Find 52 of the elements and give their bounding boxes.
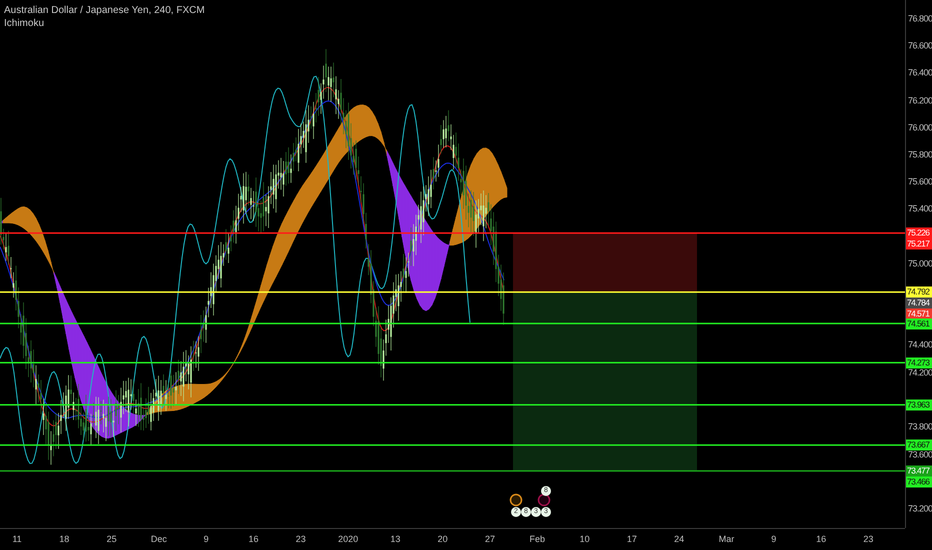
time-tick-label: Feb [530, 533, 546, 546]
time-tick-label: 23 [863, 533, 874, 546]
price-label: 74.792 [906, 286, 932, 298]
time-tick-label: 2020 [338, 533, 358, 546]
price-tick-label: 76.200 [908, 94, 932, 107]
price-tick-label: 73.200 [908, 502, 932, 515]
price-level-line[interactable] [0, 444, 905, 446]
time-tick-label: 16 [248, 533, 258, 546]
time-tick-label: 24 [674, 533, 684, 546]
price-label: 74.561 [906, 318, 932, 329]
price-tick-label: 76.600 [908, 39, 932, 52]
time-tick-label: 11 [12, 533, 22, 546]
price-tick-label: 76.800 [908, 12, 932, 26]
time-tick-label: 18 [59, 533, 70, 546]
price-tick-label: 73.600 [908, 448, 932, 462]
price-label: 74.784 [906, 298, 932, 309]
time-tick-label: 9 [771, 533, 776, 546]
price-level-line[interactable] [0, 404, 905, 406]
time-tick-label: Dec [150, 533, 167, 546]
price-label: 74.571 [906, 308, 932, 320]
time-tick-label: 25 [106, 533, 117, 546]
time-tick-label: 13 [390, 533, 400, 546]
price-tick-label: 75.800 [908, 148, 932, 162]
price-tick-label: 76.000 [908, 121, 932, 134]
price-label: 75.226 [906, 228, 932, 239]
time-tick-label: 9 [204, 533, 209, 546]
price-label: 75.217 [906, 238, 932, 250]
time-tick-label: 16 [816, 533, 826, 546]
event-icon[interactable] [510, 494, 522, 506]
price-tick-label: 73.800 [908, 420, 932, 434]
time-tick-label: 10 [580, 533, 590, 546]
price-label: 74.273 [906, 357, 932, 368]
price-tick-label: 75.600 [908, 175, 932, 188]
time-tick-label: 20 [438, 533, 448, 546]
symbol-title: Australian Dollar / Japanese Yen, 240, FXCM [4, 4, 205, 17]
time-tick-label: 17 [626, 533, 637, 546]
time-tick-label: 23 [296, 533, 306, 546]
price-label: 73.667 [906, 440, 932, 451]
time-tick-label: 27 [485, 533, 495, 546]
price-label: 73.963 [906, 399, 932, 410]
price-tick-label: 74.200 [908, 366, 932, 379]
time-tick-label: Mar [718, 533, 734, 546]
price-tick-label: 76.400 [908, 66, 932, 80]
price-tick-label: 75.000 [908, 257, 932, 270]
price-level-line[interactable] [0, 291, 905, 293]
price-level-line[interactable] [0, 362, 905, 364]
price-tick-label: 74.400 [908, 338, 932, 352]
indicator-name: Ichimoku [4, 17, 46, 30]
price-tick-label: 75.400 [908, 202, 932, 216]
event-icon[interactable] [538, 494, 550, 506]
price-label: 73.477 [906, 465, 932, 476]
price-label: 73.466 [906, 476, 932, 488]
